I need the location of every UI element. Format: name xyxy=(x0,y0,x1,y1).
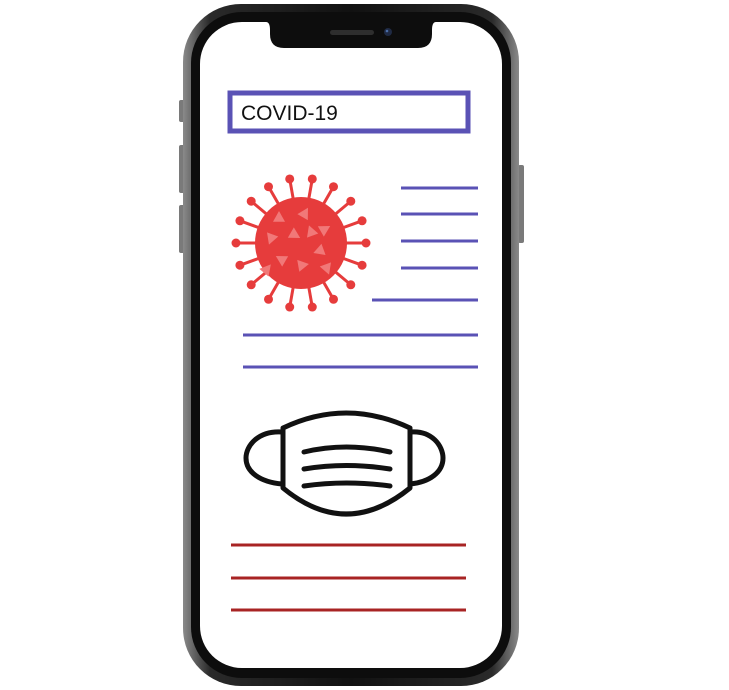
virus-spike-tip xyxy=(235,216,245,226)
virus-spike-tip xyxy=(307,174,317,184)
virus-spike-tip xyxy=(346,196,356,206)
speaker-icon xyxy=(330,30,374,35)
virus-spike-tip xyxy=(264,182,273,192)
camera-icon xyxy=(384,28,392,36)
virus-spike-tip xyxy=(361,238,371,248)
virus-spike-tip xyxy=(357,216,367,226)
phone-illustration: COVID-19 xyxy=(179,4,524,686)
virus-spike-tip xyxy=(264,294,273,304)
virus-spike-tip xyxy=(329,182,338,192)
title-text: COVID-19 xyxy=(241,102,338,125)
virus-spike-tip xyxy=(246,196,256,206)
virus-spike-tip xyxy=(285,174,295,184)
virus-spike-tip xyxy=(329,294,338,304)
virus-spike-tip xyxy=(346,280,356,290)
camera-lens-highlight xyxy=(385,29,389,33)
virus-spike-tip xyxy=(357,260,367,270)
virus-spike-tip xyxy=(285,302,295,312)
virus-spike-tip xyxy=(235,260,245,270)
title-box: COVID-19 xyxy=(227,90,471,134)
virus-spike-tip xyxy=(307,302,317,312)
virus-spike-tip xyxy=(246,280,256,290)
virus-spike-tip xyxy=(231,238,241,248)
